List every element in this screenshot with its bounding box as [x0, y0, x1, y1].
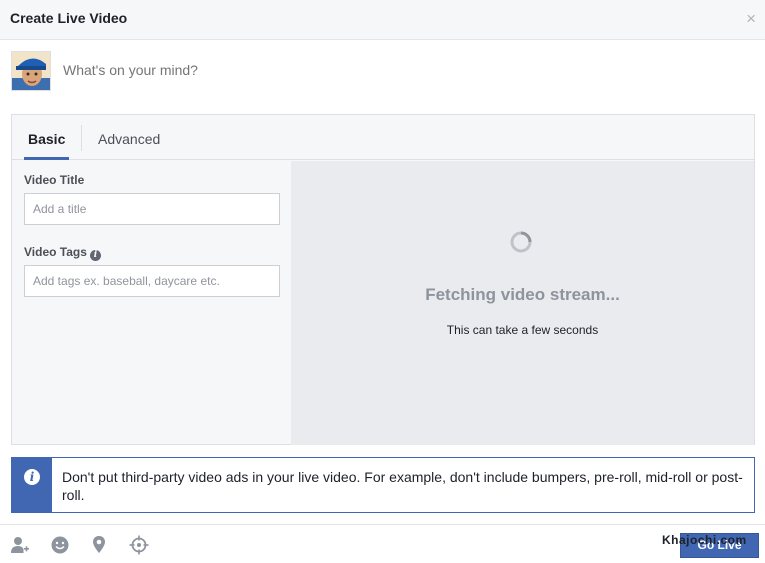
- watermark: Khajochi.com: [662, 533, 747, 547]
- dialog-footer: Go Live Khajochi.com: [0, 524, 765, 563]
- feeling-icon[interactable]: [50, 535, 70, 555]
- settings-tabs: Basic Advanced: [12, 115, 754, 160]
- video-title-input[interactable]: [24, 193, 280, 225]
- loading-spinner-icon: [510, 231, 532, 253]
- tab-basic[interactable]: Basic: [28, 131, 65, 147]
- stream-status-title: Fetching video stream...: [425, 285, 620, 304]
- status-composer-input[interactable]: [63, 62, 743, 78]
- video-title-label: Video Title: [24, 173, 85, 187]
- info-icon[interactable]: i: [89, 250, 101, 261]
- location-icon[interactable]: [89, 535, 109, 555]
- tag-people-icon[interactable]: [10, 535, 30, 555]
- active-tab-indicator: [24, 157, 69, 160]
- notice-accent-bar: i: [12, 458, 52, 512]
- stream-status-subtitle: This can take a few seconds: [446, 323, 599, 337]
- video-tags-label: Video Tags: [24, 245, 87, 259]
- notice-text: Don't put third-party video ads in your …: [62, 469, 743, 503]
- dialog-title: Create Live Video: [10, 10, 128, 26]
- close-icon[interactable]: ×: [746, 10, 756, 27]
- live-settings-panel: Basic Advanced Video Title Video Tagsi F…: [11, 114, 755, 445]
- info-icon: i: [24, 469, 40, 485]
- video-stream-preview: Fetching video stream... This can take a…: [291, 161, 754, 445]
- tab-advanced[interactable]: Advanced: [98, 131, 160, 147]
- ads-policy-notice: i Don't put third-party video ads in you…: [11, 457, 755, 513]
- basic-form: Video Title Video Tagsi: [12, 161, 291, 445]
- avatar: [11, 51, 51, 91]
- target-icon[interactable]: [129, 535, 149, 555]
- dialog-header: Create Live Video ×: [0, 0, 765, 40]
- video-tags-input[interactable]: [24, 265, 280, 297]
- video-tags-label-row: Video Tags i: [24, 245, 101, 261]
- tab-divider: [81, 125, 82, 151]
